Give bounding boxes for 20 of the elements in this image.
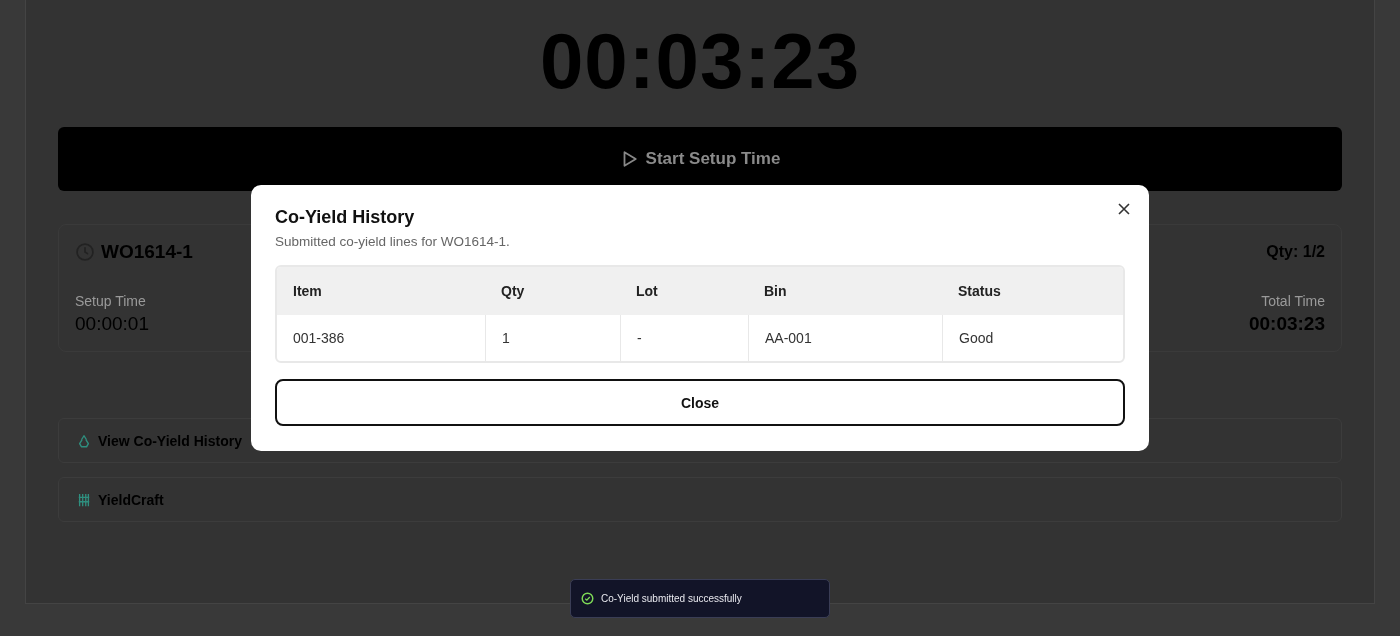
setup-time-label: Setup Time bbox=[75, 293, 147, 309]
column-header: Qty bbox=[500, 282, 526, 301]
dialog-title: Co-Yield History bbox=[275, 207, 416, 228]
total-time-label: Total Time bbox=[1261, 293, 1325, 309]
close-icon[interactable] bbox=[1118, 203, 1130, 215]
table-cell: AA-001 bbox=[748, 315, 942, 361]
toast-message: Co-Yield submitted successfully bbox=[601, 593, 742, 604]
column-header: Bin bbox=[763, 282, 788, 301]
table-cell: Good bbox=[942, 315, 1123, 361]
close-button[interactable]: Close bbox=[275, 379, 1125, 426]
table-cell: 1 bbox=[485, 315, 620, 361]
table-cell-text: 001-386 bbox=[292, 329, 346, 348]
column-header: Status bbox=[957, 282, 1002, 301]
bars-icon bbox=[77, 491, 91, 508]
check-circle-icon bbox=[581, 592, 594, 605]
column-header: Lot bbox=[635, 282, 659, 301]
start-setup-button[interactable]: Start Setup Time bbox=[58, 127, 1342, 191]
dialog-subtitle: Submitted co-yield lines for WO1614-1. bbox=[275, 234, 511, 249]
column-header: Item bbox=[292, 282, 323, 301]
table-cell: - bbox=[620, 315, 748, 361]
